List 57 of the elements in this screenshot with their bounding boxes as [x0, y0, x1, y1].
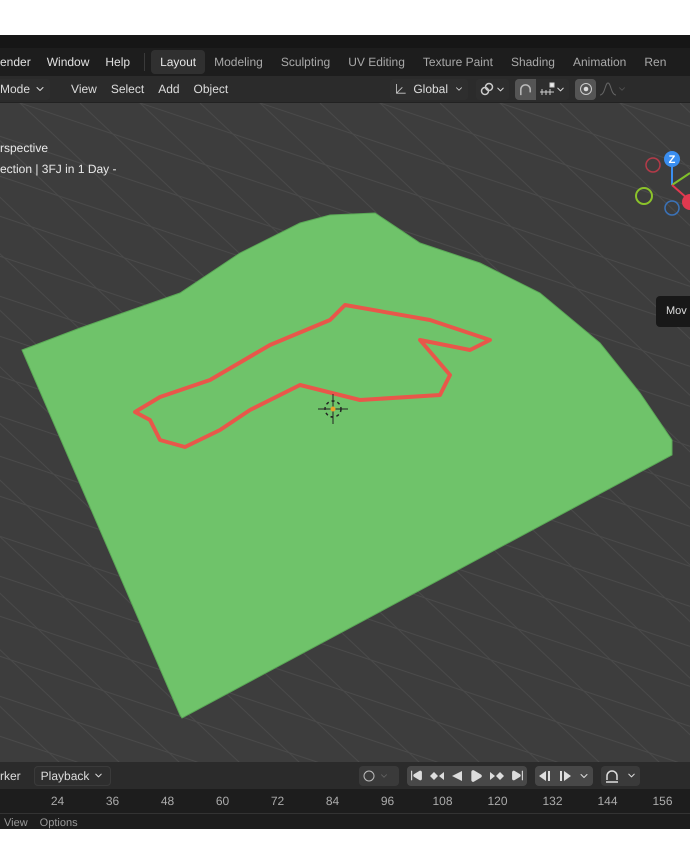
workspace-tab[interactable]: Texture Paint [414, 50, 502, 74]
workspace-tab[interactable]: Shading [502, 50, 564, 74]
footer-menu[interactable]: View [0, 817, 32, 829]
previous-keyframe-icon[interactable] [429, 770, 445, 782]
axis-label: Z [668, 154, 676, 166]
frame-number: 60 [214, 793, 230, 810]
falloff-curve-icon [599, 82, 617, 96]
viewport-info-text: rspective [0, 140, 50, 157]
workspace-tab[interactable]: Sculpting [272, 50, 340, 74]
keying-control[interactable] [359, 766, 399, 786]
3d-cursor-icon [318, 394, 348, 424]
tooltip: Mov [656, 296, 690, 326]
workspace-tab[interactable]: Modeling [205, 50, 272, 74]
record-icon [363, 770, 375, 782]
step-back-icon[interactable] [538, 770, 552, 782]
menu-item[interactable]: Select [104, 80, 152, 98]
frame-number: 132 [541, 793, 564, 810]
workspace-tab[interactable]: Ren [635, 50, 676, 74]
jump-start-icon[interactable] [410, 769, 423, 782]
menu-item[interactable]: View [64, 80, 104, 98]
menu-item[interactable]: Add [151, 80, 187, 98]
workspace-tab[interactable]: Animation [564, 50, 636, 74]
workspace-tab[interactable]: Layout [151, 50, 206, 74]
target-icon [578, 82, 592, 96]
menu-item[interactable]: Help [97, 53, 138, 71]
step-forward-icon[interactable] [558, 770, 572, 782]
3d-viewport[interactable]: Z rspective ection | 3FJ in 1 Day - Mov [0, 103, 690, 762]
snap-increment-icon [539, 82, 555, 96]
axis-gizmo-drawing [635, 151, 690, 216]
workspace-tab[interactable]: UV Editing [339, 50, 414, 74]
link-icon [479, 81, 495, 97]
frame-number: 24 [50, 793, 66, 810]
jump-end-icon[interactable] [511, 769, 524, 782]
frame-number: 72 [270, 793, 286, 810]
proportional-toggle[interactable] [575, 78, 596, 100]
frame-number: 36 [104, 793, 120, 810]
next-keyframe-icon[interactable] [489, 770, 505, 782]
frame-number: 96 [380, 793, 396, 810]
playback-dropdown[interactable]: Playback [34, 766, 112, 786]
play-icon[interactable] [469, 768, 483, 782]
menu-item[interactable]: Object [186, 80, 236, 98]
snap-arch-icon [604, 768, 620, 782]
frame-number: 84 [324, 793, 340, 810]
magnet-icon [518, 82, 533, 96]
frame-number: 144 [596, 793, 619, 810]
frame-number: 48 [160, 793, 176, 810]
footer-menu[interactable]: Options [36, 817, 82, 829]
frame-number: 156 [651, 793, 674, 810]
menu-item[interactable]: rker [0, 766, 29, 784]
auto-keying-control[interactable] [601, 766, 640, 786]
play-reverse-icon[interactable] [451, 770, 463, 782]
frame-number: 120 [486, 793, 509, 810]
menu-item[interactable]: Window [38, 53, 98, 71]
viewport-info-text: ection | 3FJ in 1 Day - [0, 161, 116, 178]
snap-toggle[interactable] [515, 78, 536, 100]
menu-item[interactable]: ender [0, 53, 39, 71]
frame-number: 108 [431, 793, 454, 810]
